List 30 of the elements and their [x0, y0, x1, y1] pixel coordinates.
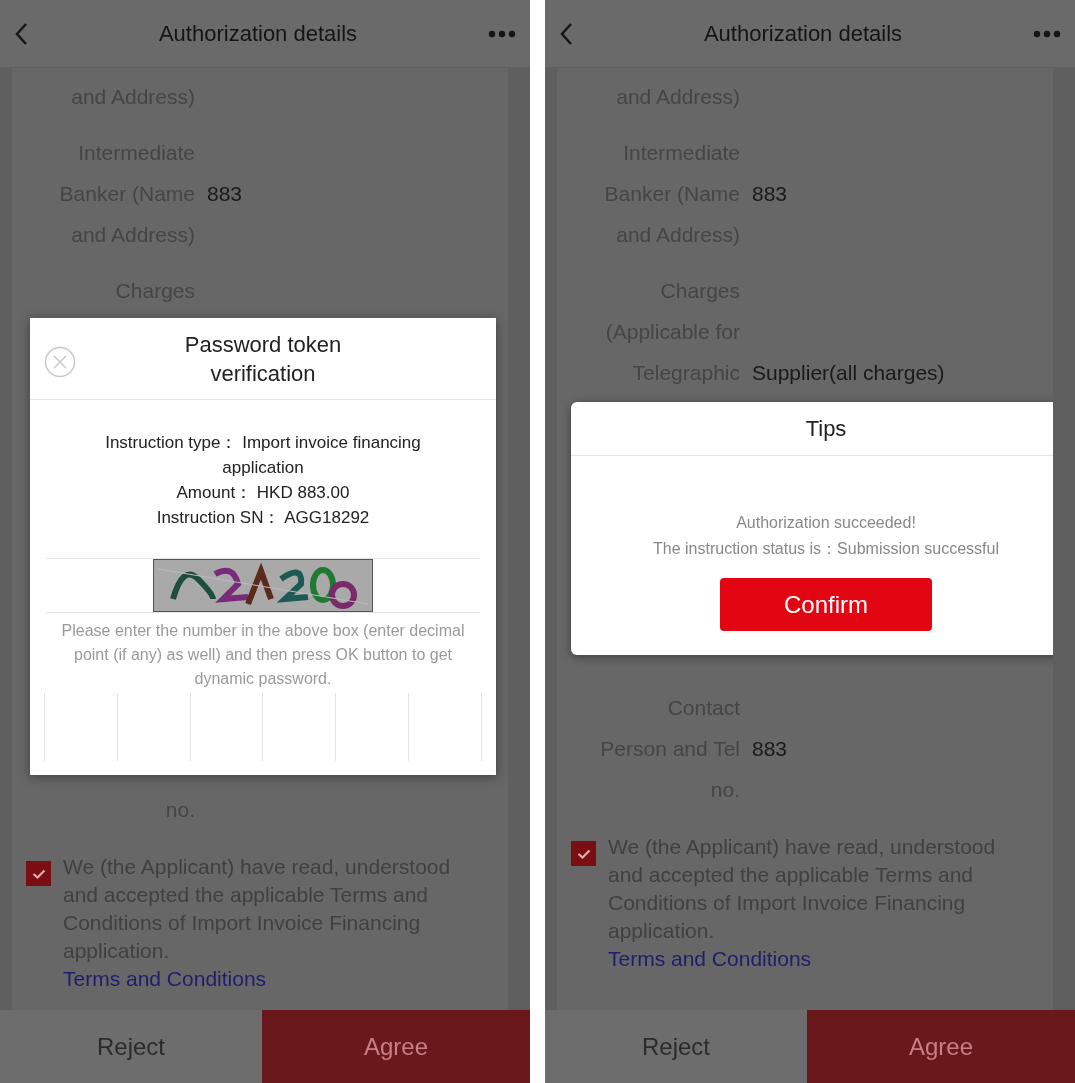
dialog-title: Password token verification	[183, 330, 343, 388]
detail-text: Instruction type： Import invoice financing application	[104, 432, 422, 479]
confirm-button[interactable]: Confirm	[720, 578, 932, 631]
close-icon[interactable]	[44, 346, 76, 378]
detail-text: Amount： HKD 883.00	[176, 482, 350, 504]
checkbox[interactable]	[26, 861, 51, 886]
check-icon	[576, 848, 591, 859]
detail-text: Instruction SN： AGG18292	[156, 507, 370, 529]
back-icon[interactable]	[559, 21, 573, 46]
page-title: Authorization details	[703, 20, 903, 48]
field-value: 883	[752, 735, 788, 762]
agree-button[interactable]: Agree	[262, 1010, 530, 1083]
message-text: Authorization succeeded!	[735, 513, 917, 533]
more-icon[interactable]	[1033, 29, 1061, 38]
agree-button[interactable]: Agree	[807, 1010, 1075, 1083]
field-value: 883	[207, 180, 243, 207]
terms-link[interactable]: Terms and Conditions	[63, 967, 267, 990]
page-title: Authorization details	[158, 20, 358, 48]
field-value: Supplier(all charges)	[752, 359, 945, 386]
more-icon[interactable]	[488, 29, 516, 38]
reject-button[interactable]: Reject	[0, 1010, 262, 1083]
terms-link[interactable]: Terms and Conditions	[608, 947, 812, 970]
reject-button[interactable]: Reject	[545, 1010, 807, 1083]
dialog-title: Tips	[805, 415, 847, 443]
back-icon[interactable]	[14, 21, 28, 46]
check-icon	[31, 868, 46, 879]
message-text: The instruction status is：Submission successful	[652, 539, 1000, 559]
checkbox[interactable]	[571, 841, 596, 866]
hint-text: Please enter the number in the above box (enter decimal point (if any) as well) and then press OK button to get dynamic password.	[60, 621, 466, 689]
field-value: 883	[752, 180, 788, 207]
